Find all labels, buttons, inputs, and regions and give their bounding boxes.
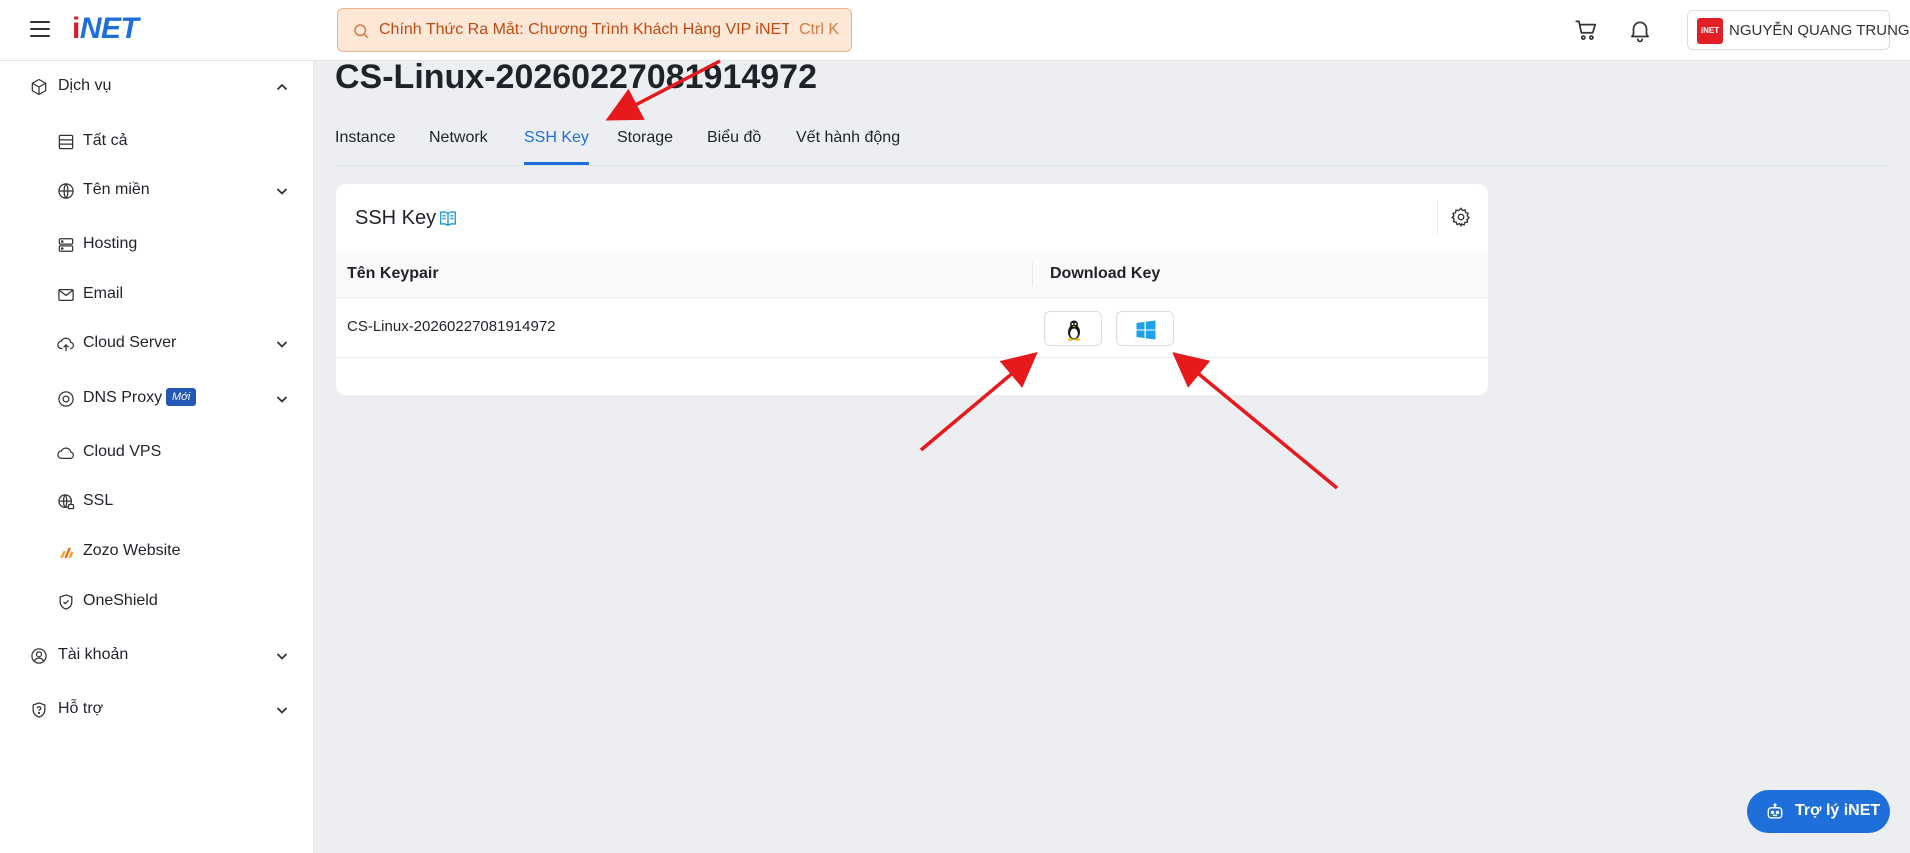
chevron-down-icon[interactable] [274,648,290,664]
sidebar-item-cloud-vps[interactable]: Cloud VPS [0,433,314,473]
sidebar-item-label: Zozo Website [83,542,181,559]
dns-icon [58,391,74,407]
card-title: SSH Key [355,207,437,229]
sidebar-item-label: Tên miền [83,181,150,198]
chevron-up-icon[interactable] [274,79,290,95]
tab-instance[interactable]: Instance [335,129,395,165]
user-circle-icon [31,648,47,664]
list-icon [58,134,74,150]
download-linux-key-button[interactable] [1044,311,1102,346]
windows-icon [1136,320,1156,340]
cloud-icon [57,447,74,460]
inet-logo[interactable]: iNET [72,12,139,46]
sidebar-item-label: OneShield [83,592,158,609]
chevron-down-icon[interactable] [274,391,290,407]
sidebar-item-label: Tất cả [83,132,128,149]
search-bar[interactable]: Chính Thức Ra Mắt: Chương Trình Khách Hà… [337,8,852,52]
sidebar-item-hosting[interactable]: Hosting [0,225,314,265]
column-header-keypair: Tên Keypair [347,265,439,282]
globe-icon [58,183,74,199]
download-windows-key-button[interactable] [1116,311,1174,346]
tab-network[interactable]: Network [429,129,488,165]
mail-icon [58,288,74,302]
sidebar-item-label: Tài khoản [58,646,129,663]
sidebar-item-domains[interactable]: Tên miền [0,171,314,211]
ssh-key-card: SSH Key Tên Keypair Download Key CS-Linu… [336,184,1488,395]
bell-icon[interactable] [1627,17,1653,43]
sidebar-item-all[interactable]: Tất cả [0,122,314,162]
page-title: CS-Linux-20260227081914972 [335,58,817,96]
settings-area [1437,200,1477,234]
sidebar-item-services[interactable]: Dịch vụ [0,67,314,107]
zozo-icon [60,547,74,558]
sidebar-item-cloud-server[interactable]: Cloud Server [0,324,314,364]
sidebar: Dịch vụ Tất cả Tên miền Hosting Email Cl… [0,61,314,853]
sidebar-item-label: Dịch vụ [58,77,112,94]
tab-ssh-key[interactable]: SSH Key [524,129,589,165]
tab-action-log[interactable]: Vết hành động [796,129,900,165]
sidebar-item-label: Cloud VPS [83,443,162,460]
linux-icon [1068,320,1080,341]
new-badge: Mới [166,388,197,406]
box-icon [31,78,47,96]
cloud-upload-icon [57,337,74,352]
assistant-button[interactable]: Trợ lý iNET [1747,790,1890,833]
sidebar-item-oneshield[interactable]: OneShield [0,582,314,622]
assistant-label: Trợ lý iNET [1795,802,1881,819]
table-row: CS-Linux-20260227081914972 [336,298,1488,358]
search-shortcut: Ctrl K [799,21,839,38]
robot-icon [1767,803,1783,819]
tab-charts[interactable]: Biểu đồ [707,129,761,165]
keypair-name: CS-Linux-20260227081914972 [347,318,556,335]
sidebar-item-zozo-website[interactable]: Zozo Website [0,532,314,572]
chevron-down-icon[interactable] [274,702,290,718]
sidebar-item-label: Cloud Server [83,334,177,351]
globe-lock-icon [58,494,75,510]
tab-storage[interactable]: Storage [617,129,673,165]
book-icon[interactable] [437,208,459,230]
sidebar-item-label: Hosting [83,235,138,252]
chevron-down-icon[interactable] [274,183,290,199]
user-menu[interactable]: iNET NGUYỄN QUANG TRUNG [1687,10,1910,50]
sidebar-item-ssl[interactable]: SSL [0,482,314,522]
search-text: Chính Thức Ra Mắt: Chương Trình Khách Hà… [379,21,789,38]
table-header: Tên Keypair Download Key [336,251,1488,298]
sidebar-item-label: SSL [83,492,114,509]
sidebar-item-label: Hỗ trợ [58,700,104,717]
sidebar-item-label: DNS Proxy [83,389,163,406]
cart-icon[interactable] [1573,17,1599,43]
sidebar-item-label: Email [83,285,124,302]
column-header-download: Download Key [1050,265,1161,282]
chevron-down-icon[interactable] [274,336,290,352]
avatar: iNET [1697,18,1723,44]
menu-icon[interactable] [30,21,50,37]
sidebar-item-support[interactable]: Hỗ trợ [0,690,314,730]
sidebar-item-dns-proxy[interactable]: DNS Proxy Mới [0,379,314,419]
sidebar-item-email[interactable]: Email [0,275,314,315]
tab-bar: Instance Network SSH Key Storage Biểu đồ… [335,124,1890,166]
server-icon [58,238,74,252]
gear-icon[interactable] [1450,206,1472,228]
user-name: NGUYỄN QUANG TRUNG [1729,22,1910,39]
column-divider [1032,262,1033,286]
shield-icon [59,594,73,610]
search-icon [354,24,369,39]
help-shield-icon [32,702,46,718]
sidebar-item-account[interactable]: Tài khoản [0,636,314,676]
top-bar: iNET Chính Thức Ra Mắt: Chương Trình Khá… [0,0,1910,61]
